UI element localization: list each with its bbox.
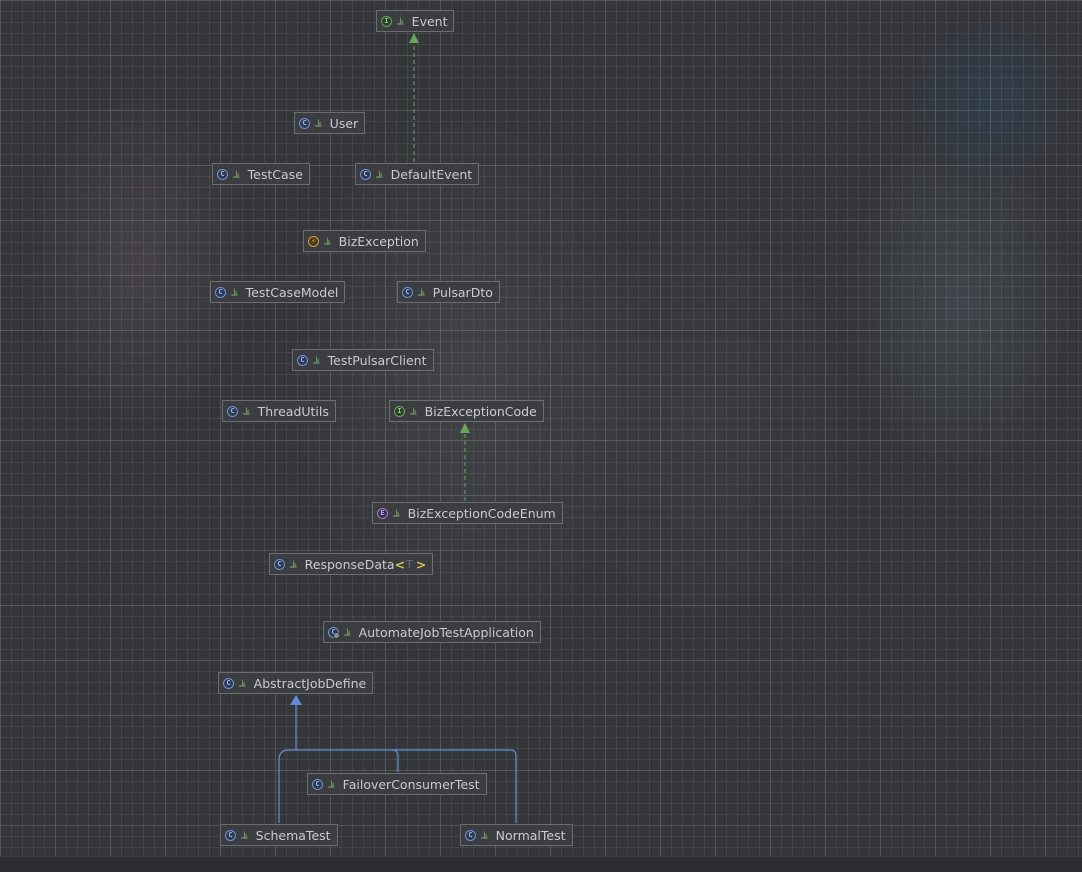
node-bizexceptioncode[interactable]: I ⫡ BizExceptionCode [389, 400, 544, 422]
node-responsedata[interactable]: C ⫡ ResponseData < T > [269, 553, 434, 575]
node-testcase[interactable]: C ⫡ TestCase [212, 163, 310, 185]
edge-arrowhead [409, 33, 419, 43]
node-user[interactable]: C ⫡ User [294, 112, 366, 134]
visibility-icon: ⫡ [239, 677, 246, 689]
node-testcasemodel[interactable]: C ⫡ TestCaseModel [210, 281, 346, 303]
exception-icon: ⚡ [308, 235, 319, 247]
class-icon: C [402, 286, 413, 298]
class-icon: C [299, 117, 310, 129]
visibility-icon: ⫡ [376, 168, 383, 180]
node-label: AutomateJobTestApplication [358, 624, 534, 640]
class-icon: C [297, 354, 308, 366]
class-icon: C [360, 168, 371, 180]
visibility-icon: ⫡ [290, 558, 297, 570]
class-icon: C [225, 829, 236, 841]
node-failoverconsumertest[interactable]: C ⫡ FailoverConsumerTest [307, 773, 487, 795]
node-abstractjobdefine[interactable]: C ⫡ AbstractJobDefine [218, 672, 374, 694]
node-threadutils[interactable]: C ⫡ ThreadUtils [222, 400, 336, 422]
visibility-icon: ⫡ [393, 507, 400, 519]
visibility-icon: ⫡ [243, 405, 250, 417]
node-bizexceptioncodeenum[interactable]: E ⫡ BizExceptionCodeEnum [372, 502, 563, 524]
visibility-icon: ⫡ [418, 286, 425, 298]
visibility-icon: ⫡ [481, 829, 488, 841]
visibility-icon: ⫡ [410, 405, 417, 417]
visibility-icon: ⫡ [324, 235, 331, 247]
node-label: DefaultEvent [390, 166, 473, 182]
node-label: PulsarDto [432, 284, 493, 300]
node-label: TestPulsarClient [327, 352, 427, 368]
node-testpulsarclient[interactable]: C ⫡ TestPulsarClient [292, 349, 434, 371]
class-icon: C [312, 778, 323, 790]
edge-failoverconsumertest-abstractjobdefine [296, 749, 399, 772]
edge-arrowhead [290, 695, 302, 705]
visibility-icon: ⫡ [397, 15, 404, 27]
visibility-icon: ⫡ [233, 168, 240, 180]
node-normaltest[interactable]: C ⫡ NormalTest [460, 824, 573, 846]
type-param-open: < [394, 556, 406, 572]
visibility-icon: ⫡ [328, 778, 335, 790]
diagram-canvas[interactable]: I ⫡ Event C ⫡ User C ⫡ TestCase C ⫡ Defa… [0, 0, 1082, 856]
node-event[interactable]: I ⫡ Event [376, 10, 455, 32]
node-automatejobtestapplication[interactable]: C ⫡ AutomateJobTestApplication [323, 621, 541, 643]
node-label: BizException [338, 233, 419, 249]
class-icon: C [465, 829, 476, 841]
node-pulsardto[interactable]: C ⫡ PulsarDto [397, 281, 500, 303]
visibility-icon: ⫡ [231, 286, 238, 298]
interface-icon: I [381, 15, 392, 27]
visibility-icon: ⫡ [315, 117, 322, 129]
node-defaultevent[interactable]: C ⫡ DefaultEvent [355, 163, 480, 185]
node-label: BizExceptionCodeEnum [407, 505, 556, 521]
visibility-icon: ⫡ [241, 829, 248, 841]
class-icon: C [227, 405, 238, 417]
edge-arrowhead [460, 423, 470, 433]
node-label: TestCase [247, 166, 303, 182]
node-label: User [329, 115, 359, 131]
node-label: Event [411, 13, 448, 29]
type-param-name: T [406, 557, 413, 571]
class-icon: C [223, 677, 234, 689]
node-label: BizExceptionCode [424, 403, 537, 419]
visibility-icon: ⫡ [313, 354, 320, 366]
horizontal-scrollbar[interactable] [0, 856, 1082, 872]
class-icon: C [217, 168, 228, 180]
class-icon: C [215, 286, 226, 298]
edges-layer [278, 33, 517, 823]
node-schematest[interactable]: C ⫡ SchemaTest [220, 824, 338, 846]
node-label: SchemaTest [255, 827, 331, 843]
class-icon: C [274, 558, 285, 570]
node-label: TestCaseModel [245, 284, 339, 300]
node-label: ThreadUtils [257, 403, 329, 419]
node-label: AbstractJobDefine [253, 675, 367, 691]
edge-schematest-abstractjobdefine [278, 704, 297, 823]
enum-icon: E [377, 507, 388, 519]
node-label: NormalTest [495, 827, 566, 843]
type-param-close: > [415, 556, 427, 572]
annotated-class-icon: C [328, 626, 340, 639]
node-label: ResponseData [304, 556, 395, 572]
visibility-icon: ⫡ [344, 626, 351, 638]
node-bizexception[interactable]: ⚡ ⫡ BizException [303, 230, 426, 252]
interface-icon: I [394, 405, 405, 417]
node-label: FailoverConsumerTest [342, 776, 480, 792]
